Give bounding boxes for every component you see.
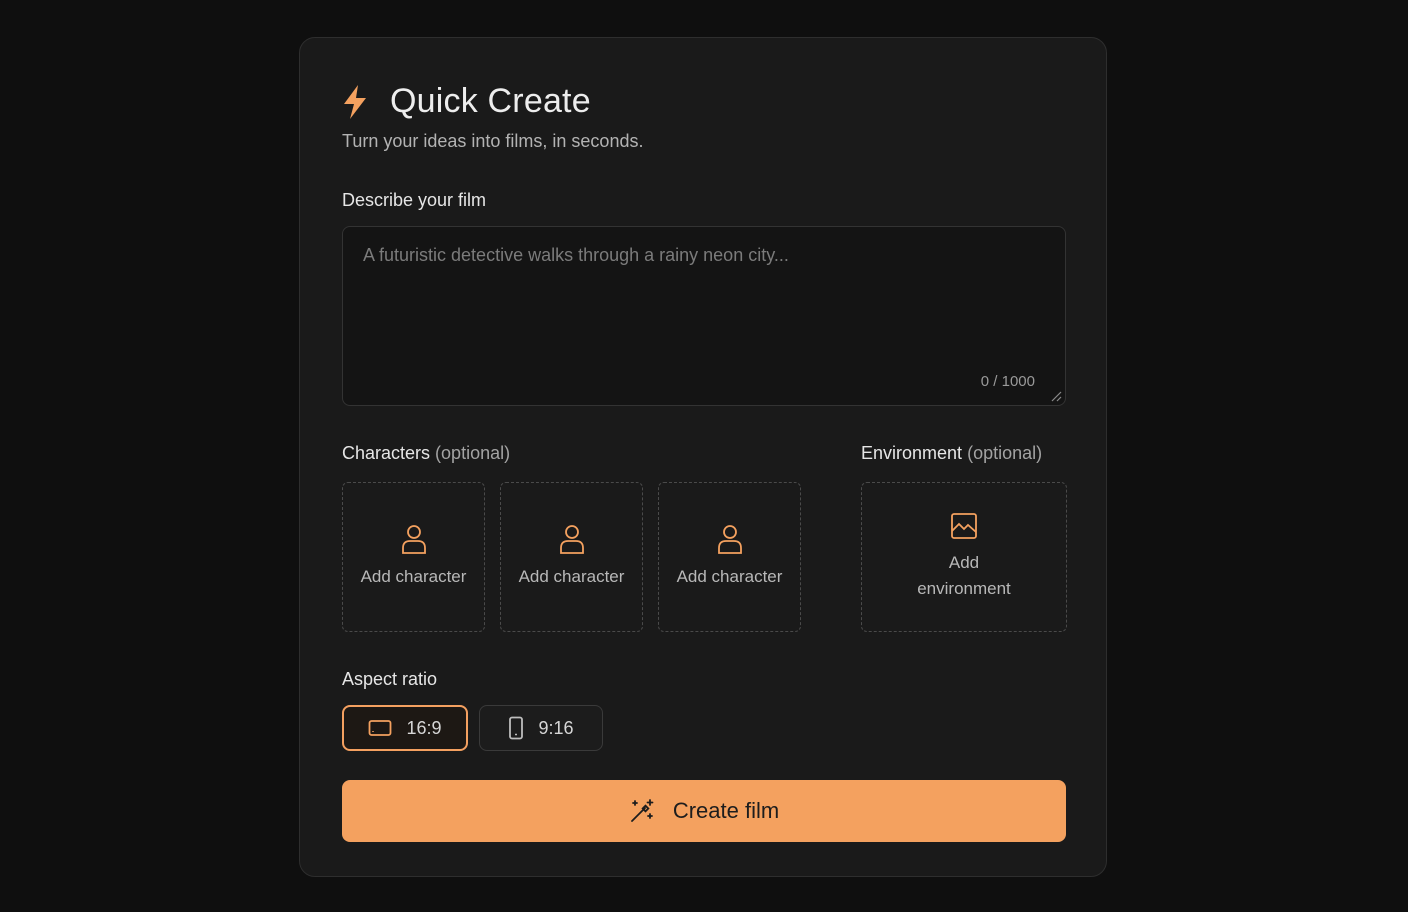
user-icon [717, 524, 743, 554]
lightning-bolt-icon [342, 84, 368, 120]
characters-optional-text: (optional) [435, 443, 511, 463]
aspect-ratio-label: Aspect ratio [342, 669, 438, 689]
create-film-button[interactable]: Create film [342, 780, 1066, 842]
page-subtitle: Turn your ideas into films, in seconds. [342, 131, 644, 151]
environment-label: Environment (optional) [861, 443, 1042, 464]
character-counter: 0 / 1000 [980, 373, 1035, 390]
add-character-label: Add character [518, 567, 625, 586]
characters-label-text: Characters [342, 443, 431, 463]
add-character-label: Add character [360, 567, 467, 586]
add-environment-label: Add environment [917, 553, 1011, 598]
add-character-label: Add character [676, 567, 783, 586]
add-character-slot-1[interactable]: Add character [342, 482, 485, 632]
characters-label: Characters (optional) [342, 443, 510, 464]
page-title: Quick Create [390, 82, 591, 120]
environment-label-text: Environment [861, 443, 963, 463]
film-description-input[interactable] [343, 227, 1065, 405]
quick-create-card: Quick Create Turn your ideas into films,… [299, 37, 1107, 877]
create-film-label: Create film [672, 798, 780, 823]
user-icon [401, 524, 427, 554]
add-character-slot-2[interactable]: Add character [500, 482, 643, 632]
portrait-phone-icon [508, 716, 524, 740]
aspect-ratio-9-16-label: 9:16 [538, 717, 574, 738]
environment-optional-text: (optional) [967, 443, 1043, 463]
prompt-label: Describe your film [342, 190, 487, 210]
aspect-ratio-9-16-button[interactable]: 9:16 [479, 705, 603, 751]
add-environment-slot[interactable]: Add environment [861, 482, 1067, 632]
aspect-ratio-16-9-button[interactable]: 16:9 [342, 705, 468, 751]
resize-handle-icon[interactable] [1050, 390, 1062, 402]
header: Quick Create [342, 82, 591, 121]
prompt-box: 0 / 1000 [342, 226, 1066, 406]
landscape-icon [368, 719, 392, 737]
magic-wand-icon [629, 798, 655, 824]
image-icon [950, 512, 978, 540]
add-character-slot-3[interactable]: Add character [658, 482, 801, 632]
aspect-ratio-16-9-label: 16:9 [406, 717, 442, 738]
user-icon [559, 524, 585, 554]
